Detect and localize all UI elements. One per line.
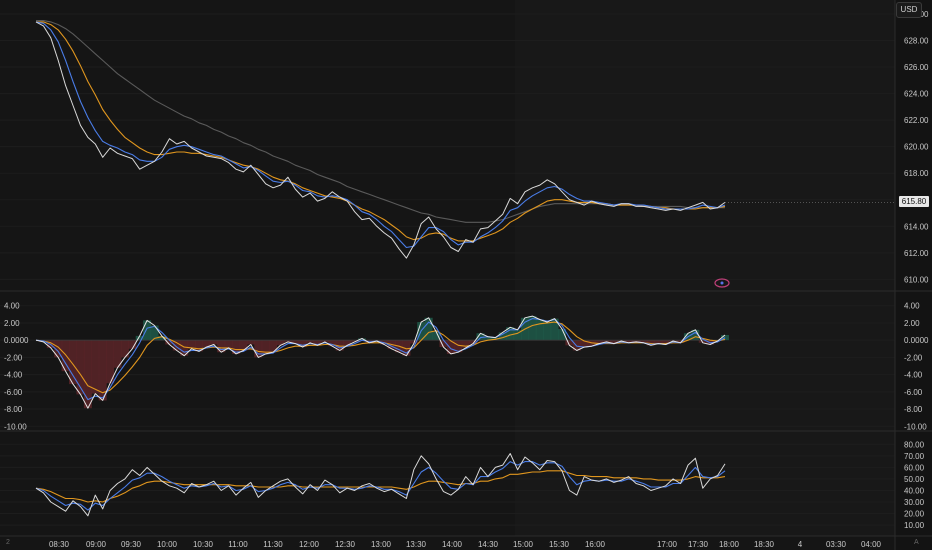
y-tick-oscillator-1: 2.00 bbox=[904, 319, 920, 328]
y-tick-price: 622.00 bbox=[904, 116, 929, 125]
x-tick: 13:00 bbox=[371, 540, 392, 549]
goto-start-icon[interactable]: 2 bbox=[6, 539, 10, 546]
x-tick: 09:30 bbox=[121, 540, 142, 549]
x-tick: 03:30 bbox=[826, 540, 847, 549]
chart-canvas[interactable]: 630.00628.00626.00624.00622.00620.00618.… bbox=[0, 0, 932, 550]
histogram-bar bbox=[543, 322, 552, 341]
y-tick-oscillator-1: 4.00 bbox=[904, 302, 920, 311]
y-tick-left: -2.00 bbox=[4, 353, 23, 362]
x-tick: 17:00 bbox=[657, 540, 678, 549]
histogram-bar bbox=[254, 340, 263, 358]
x-tick: 10:30 bbox=[193, 540, 214, 549]
x-tick: 12:30 bbox=[335, 540, 356, 549]
histogram-bar bbox=[76, 340, 85, 395]
y-tick-price: 618.00 bbox=[904, 169, 929, 178]
y-tick-oscillator-2: 20.00 bbox=[904, 510, 925, 519]
histogram-bar bbox=[91, 340, 100, 394]
y-tick-left: -10.00 bbox=[4, 422, 27, 431]
histogram-bar bbox=[424, 317, 433, 341]
y-tick-price: 628.00 bbox=[904, 37, 929, 46]
x-tick: 11:00 bbox=[228, 540, 248, 549]
y-tick-oscillator-1: 0.0000 bbox=[904, 336, 929, 345]
x-tick: 12:00 bbox=[299, 540, 320, 549]
histogram-bar bbox=[224, 340, 233, 348]
histogram-bar bbox=[69, 340, 78, 385]
y-tick-oscillator-1: -4.00 bbox=[904, 371, 923, 380]
y-tick-oscillator-2: 80.00 bbox=[904, 440, 925, 449]
last-price-label: 615.80 bbox=[899, 196, 929, 207]
y-tick-left: -4.00 bbox=[4, 371, 23, 380]
histogram-bar bbox=[143, 320, 152, 341]
y-tick-price: 610.00 bbox=[904, 275, 929, 284]
x-tick: 11:30 bbox=[263, 540, 283, 549]
x-tick: 09:00 bbox=[86, 540, 107, 549]
y-tick-oscillator-1: -6.00 bbox=[904, 388, 923, 397]
x-tick: 18:30 bbox=[754, 540, 775, 549]
y-tick-oscillator-1: -8.00 bbox=[904, 405, 923, 414]
y-tick-oscillator-1: -10.00 bbox=[904, 422, 927, 431]
x-tick: 17:30 bbox=[688, 540, 709, 549]
y-tick-oscillator-2: 70.00 bbox=[904, 452, 925, 461]
x-tick: 16:00 bbox=[585, 540, 606, 549]
y-tick-left: -8.00 bbox=[4, 405, 23, 414]
currency-button[interactable]: USD bbox=[896, 2, 922, 18]
x-tick: 04:00 bbox=[861, 540, 882, 549]
y-tick-oscillator-2: 60.00 bbox=[904, 463, 925, 472]
y-tick-oscillator-2: 30.00 bbox=[904, 498, 925, 507]
x-tick: 14:30 bbox=[478, 540, 499, 549]
y-tick-oscillator-2: 10.00 bbox=[904, 521, 925, 530]
x-tick: 18:00 bbox=[719, 540, 740, 549]
y-tick-price: 626.00 bbox=[904, 63, 929, 72]
y-tick-left: 2.00 bbox=[4, 319, 20, 328]
histogram-bar bbox=[209, 340, 218, 345]
x-tick: 4 bbox=[798, 540, 803, 549]
x-tick: 14:00 bbox=[442, 540, 463, 549]
y-tick-left: 0.0000 bbox=[4, 336, 29, 345]
histogram-bar bbox=[246, 340, 255, 345]
y-tick-left: 4.00 bbox=[4, 302, 20, 311]
y-tick-oscillator-2: 50.00 bbox=[904, 475, 925, 484]
auto-scale-icon[interactable]: A bbox=[914, 539, 919, 546]
y-tick-oscillator-2: 40.00 bbox=[904, 486, 925, 495]
y-tick-price: 620.00 bbox=[904, 143, 929, 152]
y-tick-price: 624.00 bbox=[904, 90, 929, 99]
x-tick: 15:30 bbox=[549, 540, 570, 549]
x-tick: 08:30 bbox=[49, 540, 70, 549]
y-tick-left: -6.00 bbox=[4, 388, 23, 397]
y-tick-price: 612.00 bbox=[904, 249, 929, 258]
y-tick-oscillator-1: -2.00 bbox=[904, 353, 923, 362]
x-tick: 15:00 bbox=[513, 540, 534, 549]
histogram-bar bbox=[269, 340, 278, 353]
x-tick: 10:00 bbox=[157, 540, 178, 549]
y-tick-price: 614.00 bbox=[904, 222, 929, 231]
x-tick: 13:30 bbox=[406, 540, 427, 549]
histogram-bar bbox=[535, 319, 544, 341]
